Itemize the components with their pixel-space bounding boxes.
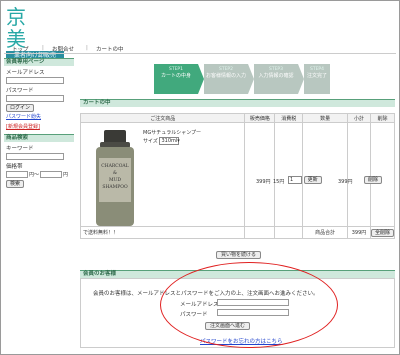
bottle-icon: CHARCOAL & MUD SHAMPOO <box>96 130 134 226</box>
size-label: サイズ <box>143 138 158 145</box>
price-from-unit: 円〜 <box>29 172 40 178</box>
checkout-steps: STEP1 カートの中身 STEP2 お客様情報の入力 STEP3 入力情報の確… <box>154 64 330 94</box>
step-1-label: カートの中身 <box>160 73 191 79</box>
sidebar-login-button[interactable]: ログイン <box>6 104 35 112</box>
bottle-label-line: SHAMPOO <box>102 184 128 190</box>
bottle-label-line: MUD <box>109 177 121 183</box>
bottle-label-line: CHARCOAL <box>101 163 128 169</box>
cart-footer-row: で送料無料！！ 商品合計 399円 全削除 <box>79 226 395 239</box>
item-tax: 15円 <box>273 179 285 185</box>
qty-group: 1 更新 <box>288 176 322 184</box>
password-label: パスワード <box>6 88 34 94</box>
price-range-row: 円〜 円 <box>6 171 74 178</box>
cart-header-row: ご注文商品 販売価格 消費税 数量 小計 削除 <box>79 113 395 123</box>
nav-contact[interactable]: お問合せ <box>52 45 74 53</box>
delete-group: 削除 <box>364 176 383 184</box>
nav-separator: | <box>42 45 44 51</box>
price-to-unit: 円 <box>63 172 69 178</box>
top-nav: トップ | お問合せ | カートの中 <box>4 44 396 54</box>
col-tax: 消費税 <box>274 113 304 123</box>
item-subtotal: 399円 <box>338 179 353 185</box>
search-button[interactable]: 検索 <box>6 180 25 188</box>
keyword-input[interactable] <box>6 153 64 160</box>
step-2-label: お客様情報の入力 <box>205 73 246 79</box>
nav-top[interactable]: トップ <box>12 45 29 53</box>
step-3: STEP3 入力情報の確認 <box>254 64 298 94</box>
step-1: STEP1 カートの中身 <box>154 64 198 94</box>
delete-all-button[interactable]: 全削除 <box>371 228 394 237</box>
bottle-label-line: & <box>113 170 117 176</box>
sidebar-password-input[interactable] <box>6 95 64 102</box>
col-qty: 数量 <box>302 113 349 123</box>
update-button[interactable]: 更新 <box>303 176 322 184</box>
search-section-title: 商品検索 <box>4 134 74 142</box>
keyword-label: キーワード <box>6 146 34 152</box>
sidebar-forgot-password-link[interactable]: パスワード紛失 <box>6 113 74 120</box>
price-from-input[interactable] <box>6 171 28 178</box>
nav-separator: | <box>86 45 88 51</box>
product-name: MGサチュラルシャンプー <box>143 130 202 136</box>
product-info: MGサチュラルシャンプー サイズ 310ml▾ <box>143 130 201 146</box>
total-label: 商品合計 <box>302 226 349 239</box>
member-section-title: 会員専用ページ <box>4 58 74 66</box>
item-price: 399円 <box>256 179 271 185</box>
price-to-input[interactable] <box>40 171 63 178</box>
price-range-label: 価格帯 <box>6 164 23 170</box>
step-3-label: 入力情報の確認 <box>258 73 294 79</box>
sidebar: 会員専用ページ メールアドレス パスワード ログイン パスワード紛失 [新規会員… <box>4 58 74 188</box>
continue-shopping-button[interactable]: 買い物を続ける <box>216 251 262 259</box>
highlight-ellipse <box>160 262 338 348</box>
col-product: ご注文商品 <box>79 113 246 123</box>
register-link[interactable]: [新規会員登録] <box>6 123 74 130</box>
email-label: メールアドレス <box>6 70 45 76</box>
sidebar-email-input[interactable] <box>6 77 64 84</box>
step-4-label: 注文完了 <box>306 73 327 79</box>
total-value: 399円 <box>347 226 371 239</box>
col-delete: 削除 <box>370 113 395 123</box>
step-2: STEP2 お客様情報の入力 <box>204 64 248 94</box>
step-4: STEP4 注文完了 <box>304 64 330 94</box>
free-shipping-note: で送料無料！！ <box>79 226 246 239</box>
nav-cart[interactable]: カートの中 <box>96 45 124 53</box>
quantity-input[interactable]: 1 <box>288 176 302 184</box>
cart-section-title: カートの中 <box>80 99 395 107</box>
delete-button[interactable]: 削除 <box>364 176 383 184</box>
col-price: 販売価格 <box>244 113 276 123</box>
product-image[interactable]: CHARCOAL & MUD SHAMPOO <box>90 128 140 228</box>
col-subtotal: 小計 <box>347 113 371 123</box>
size-select[interactable]: 310ml▾ <box>159 137 180 145</box>
